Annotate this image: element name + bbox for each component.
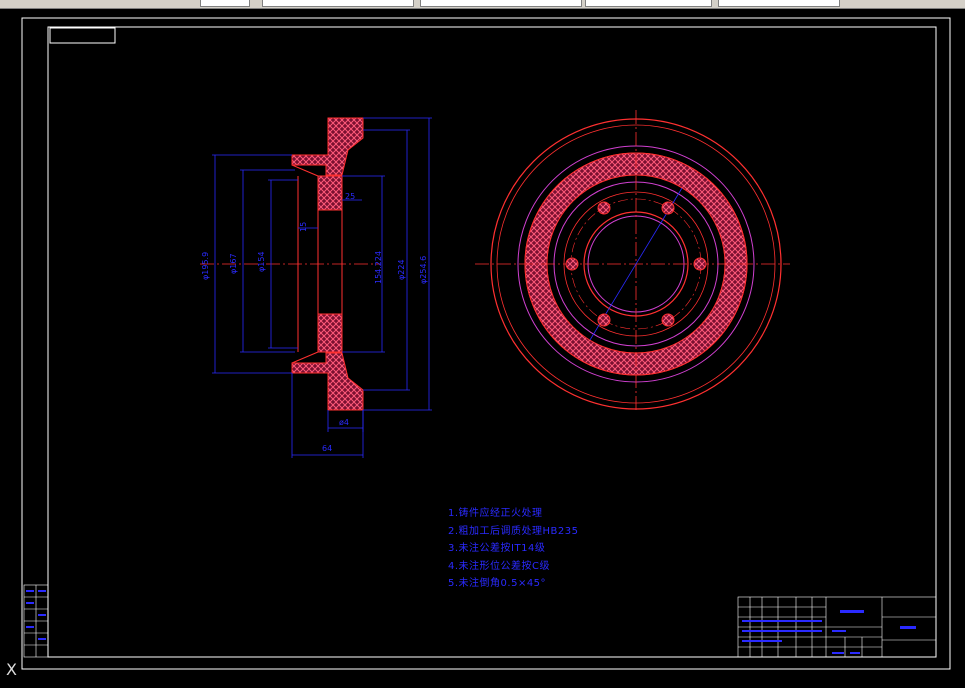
section-view: [200, 117, 432, 458]
ucs-icon: X: [6, 660, 17, 679]
note-4: 4.未注形位公差按C级: [448, 560, 551, 572]
corner-label-box: [49, 27, 116, 44]
dim-d-right-outer: φ254.6: [419, 255, 428, 284]
dim-small-8: ø4: [339, 418, 349, 427]
dim-d-right-224: φ224: [397, 259, 406, 280]
dim-thick-15: 15: [299, 221, 308, 232]
technical-notes: 1.铸件应经正火处理 2.粗加工后调质处理HB235 3.未注公差按IT14级 …: [448, 505, 579, 593]
front-view: [475, 110, 790, 412]
dim-d-right-154: 154.224: [374, 250, 383, 284]
note-2: 2.粗加工后调质处理HB235: [448, 525, 579, 537]
note-3: 3.未注公差按IT14级: [448, 543, 546, 554]
dim-small-24: 25: [345, 192, 356, 201]
dim-d-left-outer: φ195.9: [201, 251, 210, 280]
dim-width-64: 64: [322, 444, 333, 453]
left-margin-table: [23, 584, 49, 658]
dim-d-left-inner: φ154: [257, 251, 266, 272]
dim-d-left-mid: φ167: [229, 253, 238, 274]
note-5: 5.未注倒角0.5×45°: [448, 578, 547, 589]
note-1: 1.铸件应经正火处理: [448, 508, 543, 519]
